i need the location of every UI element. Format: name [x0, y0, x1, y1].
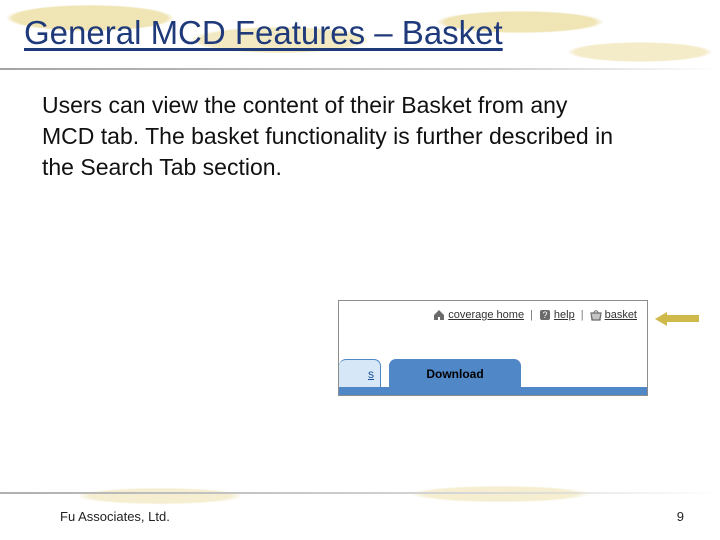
slide: General MCD Features – Basket Users can … — [0, 0, 720, 540]
footer-company: Fu Associates, Ltd. — [60, 509, 170, 524]
help-icon: ? — [539, 309, 551, 321]
home-icon — [433, 309, 445, 321]
screenshot-panel: coverage home | ? help | basket s — [338, 300, 648, 396]
tab-previous-partial[interactable]: s — [339, 359, 381, 387]
slide-body-text: Users can view the content of their Bask… — [42, 90, 622, 183]
help-link[interactable]: ? help — [539, 309, 575, 321]
tab-previous-label: s — [368, 367, 374, 381]
help-label: help — [554, 309, 575, 321]
divider-top — [0, 68, 720, 70]
tab-download[interactable]: Download — [389, 359, 521, 387]
coverage-home-label: coverage home — [448, 309, 524, 321]
footer-page-number: 9 — [677, 509, 684, 524]
basket-link[interactable]: basket — [590, 309, 637, 321]
separator: | — [528, 309, 535, 321]
callout-arrow — [655, 310, 699, 328]
tab-strip: s Download — [339, 355, 647, 395]
separator: | — [579, 309, 586, 321]
basket-icon — [590, 309, 602, 321]
tab-download-label: Download — [426, 367, 483, 381]
arrow-shaft — [665, 315, 699, 322]
svg-text:?: ? — [542, 310, 547, 320]
coverage-home-link[interactable]: coverage home — [433, 309, 524, 321]
tab-baseline — [339, 387, 647, 395]
divider-bottom — [0, 492, 720, 494]
slide-title: General MCD Features – Basket — [24, 14, 503, 52]
utility-link-row: coverage home | ? help | basket — [339, 301, 647, 325]
decorative-bottom-pattern — [0, 484, 720, 510]
basket-label: basket — [605, 309, 637, 321]
